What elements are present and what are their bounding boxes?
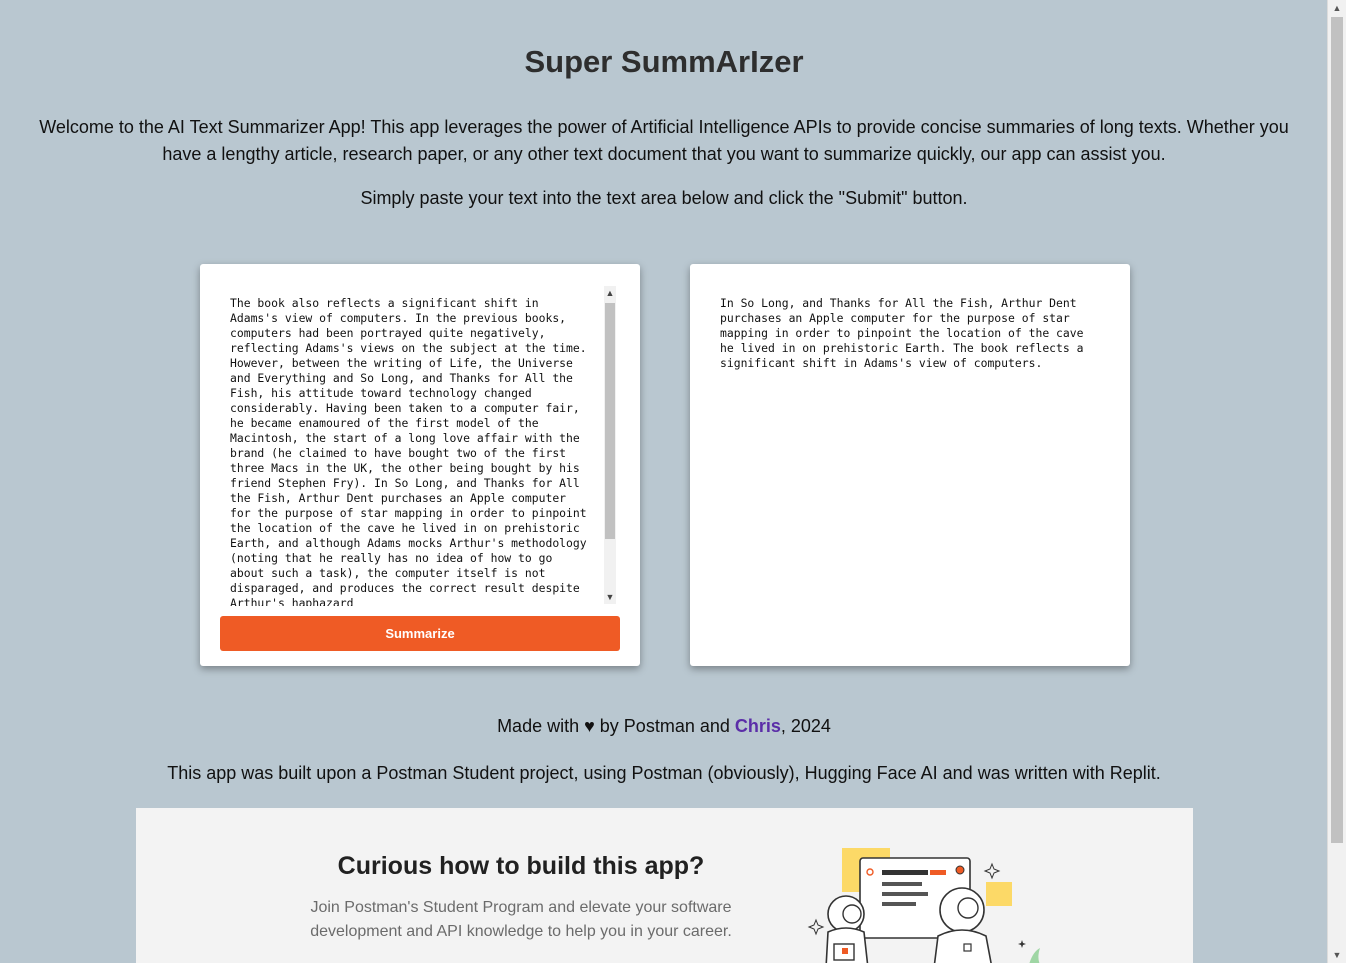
summarize-button[interactable]: Summarize bbox=[220, 616, 620, 651]
input-card: The book also reflects a significant shi… bbox=[200, 264, 640, 666]
promo-heading: Curious how to build this app? bbox=[337, 852, 705, 880]
page-scrollbar-thumb[interactable] bbox=[1331, 17, 1343, 843]
promo-banner: Curious how to build this app? Join Post… bbox=[136, 808, 1193, 963]
summary-output: In So Long, and Thanks for All the Fish,… bbox=[720, 296, 1091, 370]
scroll-down-icon[interactable]: ▼ bbox=[604, 590, 616, 604]
page-scroll-down-icon[interactable]: ▼ bbox=[1328, 947, 1346, 963]
page: Super SummArIzer Welcome to the AI Text … bbox=[0, 0, 1328, 963]
intro-text: Welcome to the AI Text Summarizer App! T… bbox=[39, 117, 1289, 164]
output-card: In So Long, and Thanks for All the Fish,… bbox=[690, 264, 1130, 666]
astronaut-illustration-icon bbox=[807, 848, 1040, 963]
scrollbar-thumb[interactable] bbox=[605, 303, 615, 539]
page-scroll-up-icon[interactable]: ▲ bbox=[1328, 0, 1346, 16]
promo-body: Join Postman's Student Program and eleva… bbox=[310, 899, 732, 940]
made-suffix: , 2024 bbox=[780, 716, 831, 736]
instruction-text: Simply paste your text into the text are… bbox=[360, 188, 968, 208]
scroll-up-icon[interactable]: ▲ bbox=[604, 286, 616, 300]
page-title: Super SummArIzer bbox=[524, 44, 804, 79]
made-with-line: Made with ♥ by Postman and Chris, 2024 bbox=[0, 716, 1328, 737]
textarea-scrollbar[interactable]: ▲ ▼ bbox=[604, 286, 616, 604]
author-link[interactable]: Chris bbox=[735, 716, 781, 736]
made-prefix: Made with ♥ by Postman and bbox=[497, 716, 735, 736]
page-scrollbar[interactable]: ▲ ▼ bbox=[1327, 0, 1346, 963]
input-text[interactable]: The book also reflects a significant shi… bbox=[230, 296, 592, 606]
input-textarea[interactable]: The book also reflects a significant shi… bbox=[220, 284, 620, 606]
built-with-line: This app was built upon a Postman Studen… bbox=[167, 763, 1161, 783]
